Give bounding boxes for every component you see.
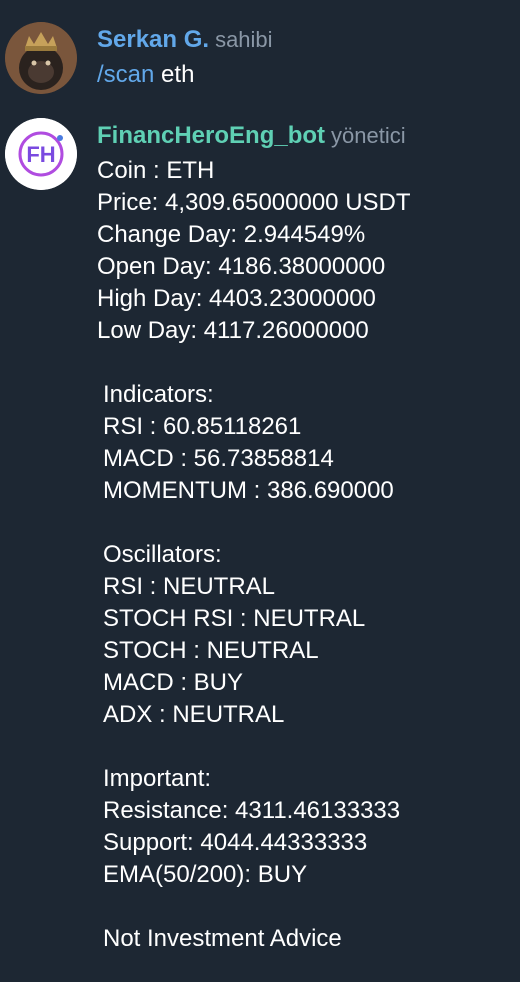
command-link[interactable]: /scan [97, 61, 154, 88]
sender-role: sahibi [215, 27, 273, 52]
change-line: Change Day: 2.944549% [97, 221, 366, 248]
oscillator-rsi: RSI : NEUTRAL [103, 573, 276, 600]
bot-avatar-text: FH [26, 142, 55, 167]
oscillator-macd: MACD : BUY [103, 669, 244, 696]
open-line: Open Day: 4186.38000000 [97, 253, 386, 280]
price-line: Price: 4,309.65000000 USDT [97, 189, 411, 216]
sender-line: FinancHeroEng_bot yönetici [97, 120, 406, 152]
low-line: Low Day: 4117.26000000 [97, 317, 369, 344]
indicator-momentum: MOMENTUM : 386.690000 [103, 477, 394, 504]
disclaimer: Not Investment Advice [103, 925, 342, 952]
oscillator-stoch: STOCH : NEUTRAL [103, 637, 319, 664]
chat-view: Serkan G. sahibi /scan eth FH FinancHeroE… [0, 0, 520, 982]
message-bot[interactable]: FH FinancHeroEng_bot yönetici Coin : ETH … [0, 110, 520, 982]
message-serkan[interactable]: Serkan G. sahibi /scan eth [0, 0, 520, 110]
gorilla-king-avatar-icon[interactable] [5, 22, 77, 94]
coin-line: Coin : ETH [97, 157, 215, 184]
indicator-macd: MACD : 56.73858814 [103, 445, 334, 472]
message-text: /scan eth [97, 59, 194, 91]
oscillator-stoch-rsi: STOCH RSI : NEUTRAL [103, 605, 366, 632]
important-resistance: Resistance: 4311.46133333 [103, 797, 401, 824]
oscillators-title: Oscillators: [103, 541, 222, 568]
oscillator-adx: ADX : NEUTRAL [103, 701, 285, 728]
high-line: High Day: 4403.23000000 [97, 285, 376, 312]
sender-name[interactable]: Serkan G. [97, 26, 209, 53]
sender-name[interactable]: FinancHeroEng_bot [97, 122, 325, 149]
important-title: Important: [103, 765, 212, 792]
bot-avatar-icon[interactable]: FH [5, 118, 77, 190]
sender-line: Serkan G. sahibi [97, 24, 273, 56]
indicator-rsi: RSI : 60.85118261 [103, 413, 302, 440]
indicators-title: Indicators: [103, 381, 214, 408]
sender-role: yönetici [331, 123, 406, 148]
command-argument: eth [161, 61, 195, 88]
important-ema: EMA(50/200): BUY [103, 861, 308, 888]
important-support: Support: 4044.44333333 [103, 829, 368, 856]
